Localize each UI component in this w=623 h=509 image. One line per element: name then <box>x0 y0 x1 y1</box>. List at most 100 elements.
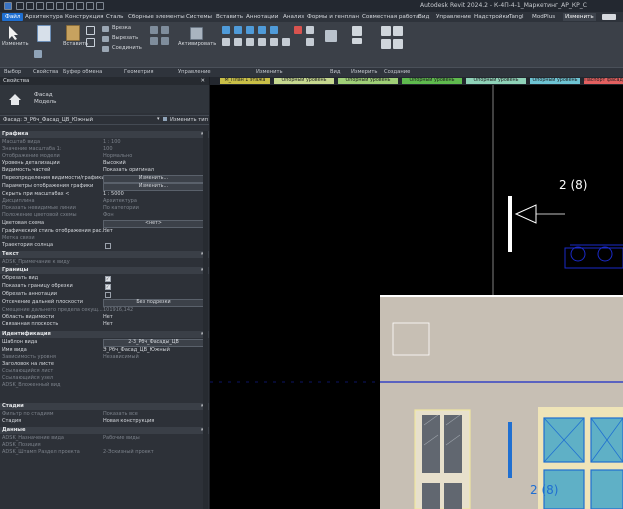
annotation-crop-checkbox[interactable] <box>105 292 111 298</box>
prop-view-name[interactable]: Имя вида Э_Рбч_Фасад_ЦВ_Южный <box>2 347 207 354</box>
view-tab-level-1[interactable]: Опорный уровень <box>274 78 334 84</box>
create-parts-icon[interactable] <box>393 26 403 36</box>
panel-select[interactable]: Выбор <box>4 69 21 75</box>
section-label-selected[interactable]: 2 (8) <box>530 483 558 497</box>
cope-button[interactable]: Врезка <box>112 25 131 31</box>
tab-insert[interactable]: Вставить <box>216 13 243 21</box>
prop-referencing-detail[interactable]: Ссылающийся узел <box>2 375 207 382</box>
vg-edit-button[interactable]: Изменить... <box>103 175 204 183</box>
sun-path-checkbox[interactable] <box>105 243 111 249</box>
prop-detail-level[interactable]: Уровень детализации Высокий <box>2 160 207 167</box>
tab-modplus[interactable]: ModPlus <box>532 13 555 21</box>
copy-element-icon[interactable] <box>234 38 242 46</box>
view-tab-facade[interactable]: Паспорт фасад <box>584 78 623 84</box>
view-tab-level-3[interactable]: Опорный уровень <box>402 78 462 84</box>
cope-icon[interactable] <box>102 26 109 32</box>
tab-addins[interactable]: Надстройки <box>474 13 509 21</box>
copy-icon[interactable] <box>86 26 95 35</box>
far-clipping-button[interactable]: Без подрезки <box>103 299 204 307</box>
tab-precast[interactable]: Сборные элементы <box>128 13 185 21</box>
prop-view-purpose[interactable]: ADSK_Назначение вида Рабочие виды <box>2 435 207 442</box>
section-text[interactable]: Текст≈ <box>0 251 209 258</box>
properties-icon[interactable] <box>37 25 51 42</box>
unpin-icon[interactable] <box>306 38 314 46</box>
rotate-icon[interactable] <box>246 38 254 46</box>
create-similar-icon[interactable] <box>393 39 403 49</box>
section-data[interactable]: Данные≈ <box>0 427 209 434</box>
color-scheme-button[interactable]: <нет> <box>103 220 204 228</box>
prop-scope-box[interactable]: Область видимости Нет <box>2 314 207 321</box>
save-icon[interactable] <box>26 2 34 10</box>
prop-discipline[interactable]: Дисциплина Архитектура <box>2 198 207 205</box>
chevron-down-icon[interactable]: ▾ <box>157 116 160 122</box>
prop-nested-view[interactable]: ADSK_Вложенный вид <box>2 382 207 389</box>
paste-icon[interactable] <box>66 25 80 41</box>
dimension-icon[interactable] <box>352 38 362 44</box>
prop-view-scale[interactable]: Масштаб вида 1 : 100 <box>2 139 207 146</box>
properties-scrollbar[interactable] <box>203 131 208 509</box>
align-icon[interactable] <box>222 26 230 34</box>
scale-icon[interactable] <box>282 38 290 46</box>
mirror-icon[interactable] <box>246 26 254 34</box>
tab-view[interactable]: Вид <box>418 13 429 21</box>
edit-type-button[interactable]: Изменить тип <box>170 117 208 123</box>
prop-display-model[interactable]: Отображение модели Нормально <box>2 153 207 160</box>
mirror-draw-icon[interactable] <box>258 26 266 34</box>
prop-parts-visibility[interactable]: Видимость частей Показать оригинал <box>2 167 207 174</box>
tab-annotate[interactable]: Аннотации <box>246 13 278 21</box>
print-icon[interactable] <box>56 2 64 10</box>
paste-button[interactable]: Вставить <box>63 41 88 47</box>
modify-button[interactable]: Изменить <box>2 41 29 47</box>
join-button[interactable]: Соединить <box>112 45 142 51</box>
trim-icon[interactable] <box>258 38 266 46</box>
cut-icon[interactable] <box>86 38 95 47</box>
prop-title-on-sheet[interactable]: Заголовок на листе <box>2 361 207 368</box>
activate-button[interactable]: Активировать <box>178 41 216 47</box>
prop-phase-filter[interactable]: Фильтр по стадиям Показать все <box>2 411 207 418</box>
section-phasing[interactable]: Стадии≈ <box>0 403 209 410</box>
measure-tool-icon[interactable] <box>352 26 362 36</box>
tab-architecture[interactable]: Архитектура <box>25 13 63 21</box>
crop-region-checkbox[interactable]: ✓ <box>105 284 111 290</box>
tab-massing-site[interactable]: Формы и генплан <box>307 13 359 21</box>
split-icon[interactable] <box>270 26 278 34</box>
view-tab-level-5[interactable]: Опорный уровень <box>530 78 580 84</box>
undo-icon[interactable] <box>36 2 44 10</box>
cut-geometry-icon[interactable] <box>102 36 109 42</box>
section-extents[interactable]: Границы≈ <box>0 267 209 274</box>
prop-far-clip-offset[interactable]: Смещение дальнего предела секущ... 101916… <box>2 307 207 314</box>
pin-icon[interactable] <box>306 26 314 34</box>
section-label[interactable]: 2 (8) <box>559 178 587 192</box>
prop-phase[interactable]: Стадия Новая конструкция <box>2 418 207 425</box>
cut-geometry-button[interactable]: Вырезать <box>112 35 138 41</box>
prop-hide-scale[interactable]: Скрыть при масштабах <1 : 5000 <box>2 191 207 198</box>
array-icon[interactable] <box>270 38 278 46</box>
instance-selector[interactable]: Фасад: Э_Рбч_Фасад_ЦВ_Южный <box>3 117 93 123</box>
delete-icon[interactable] <box>294 26 302 34</box>
geometry-tool-4-icon[interactable] <box>161 37 169 45</box>
prop-associated-datum[interactable]: Связанная плоскость Нет <box>2 321 207 328</box>
activate-icon[interactable] <box>190 27 203 40</box>
tab-steel[interactable]: Сталь <box>106 13 123 21</box>
geometry-tool-3-icon[interactable] <box>161 26 169 34</box>
tab-analyze[interactable]: Анализ <box>283 13 304 21</box>
geometry-tool-2-icon[interactable] <box>150 37 158 45</box>
tab-tangl[interactable]: Tangl <box>509 13 524 21</box>
geometry-tool-icon[interactable] <box>150 26 158 34</box>
prop-scale-value[interactable]: Значение масштаба 1: 100 <box>2 146 207 153</box>
view-icon[interactable] <box>325 30 337 42</box>
move-icon[interactable] <box>222 38 230 46</box>
view-tab-plan[interactable]: М_План 1 этажа <box>220 78 270 84</box>
edit-type-icon[interactable] <box>163 117 167 121</box>
create-assembly-icon[interactable] <box>381 26 391 36</box>
drawing-canvas[interactable]: 2 (8) 2 (8) <box>210 85 623 509</box>
join-icon[interactable] <box>102 46 109 52</box>
prop-hidden-lines[interactable]: Показать невидимые линии По категории <box>2 205 207 212</box>
tab-systems[interactable]: Системы <box>186 13 212 21</box>
tab-structure[interactable]: Конструкция <box>65 13 103 21</box>
prop-position[interactable]: ADSK_Позиция <box>2 442 207 449</box>
view-template-button[interactable]: 2-3_Рбч_Фасады_ЦВ <box>103 339 204 347</box>
view-tab-level-2[interactable]: Опорный уровень <box>338 78 398 84</box>
type-selector[interactable]: Фасад Модель <box>0 85 209 113</box>
revit-logo-icon[interactable] <box>4 2 12 10</box>
